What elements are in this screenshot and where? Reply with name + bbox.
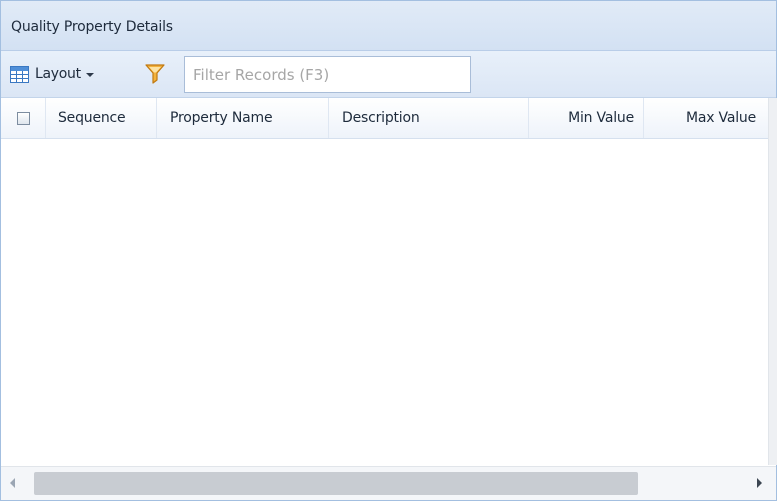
select-all-column[interactable] — [1, 98, 46, 138]
vertical-scrollbar[interactable] — [768, 98, 777, 465]
scroll-right-icon[interactable] — [757, 478, 762, 488]
column-header-min-value[interactable]: Min Value — [529, 98, 644, 138]
funnel-icon[interactable] — [145, 64, 165, 84]
horizontal-scroll-thumb[interactable] — [34, 472, 638, 495]
grid-toolbar: Layout — [1, 51, 776, 98]
chevron-down-icon — [85, 73, 94, 77]
column-header-max-value[interactable]: Max Value — [644, 98, 768, 138]
quality-property-details-panel: Quality Property Details Layout Sequence — [0, 0, 777, 501]
layout-button-label: Layout — [35, 66, 81, 82]
grid-body — [1, 139, 768, 465]
panel-title: Quality Property Details — [11, 19, 173, 35]
horizontal-scrollbar[interactable] — [1, 466, 776, 500]
column-header-description[interactable]: Description — [329, 98, 529, 138]
panel-header: Quality Property Details — [1, 1, 776, 51]
grid-column-header: Sequence Property Name Description Min V… — [1, 98, 768, 139]
column-header-sequence[interactable]: Sequence — [46, 98, 157, 138]
filter-records-input[interactable] — [184, 56, 471, 93]
table-layout-icon — [10, 65, 29, 83]
column-header-property-name[interactable]: Property Name — [157, 98, 329, 138]
select-all-checkbox[interactable] — [16, 111, 30, 125]
layout-button[interactable]: Layout — [10, 63, 94, 85]
scroll-left-icon[interactable] — [10, 478, 15, 488]
